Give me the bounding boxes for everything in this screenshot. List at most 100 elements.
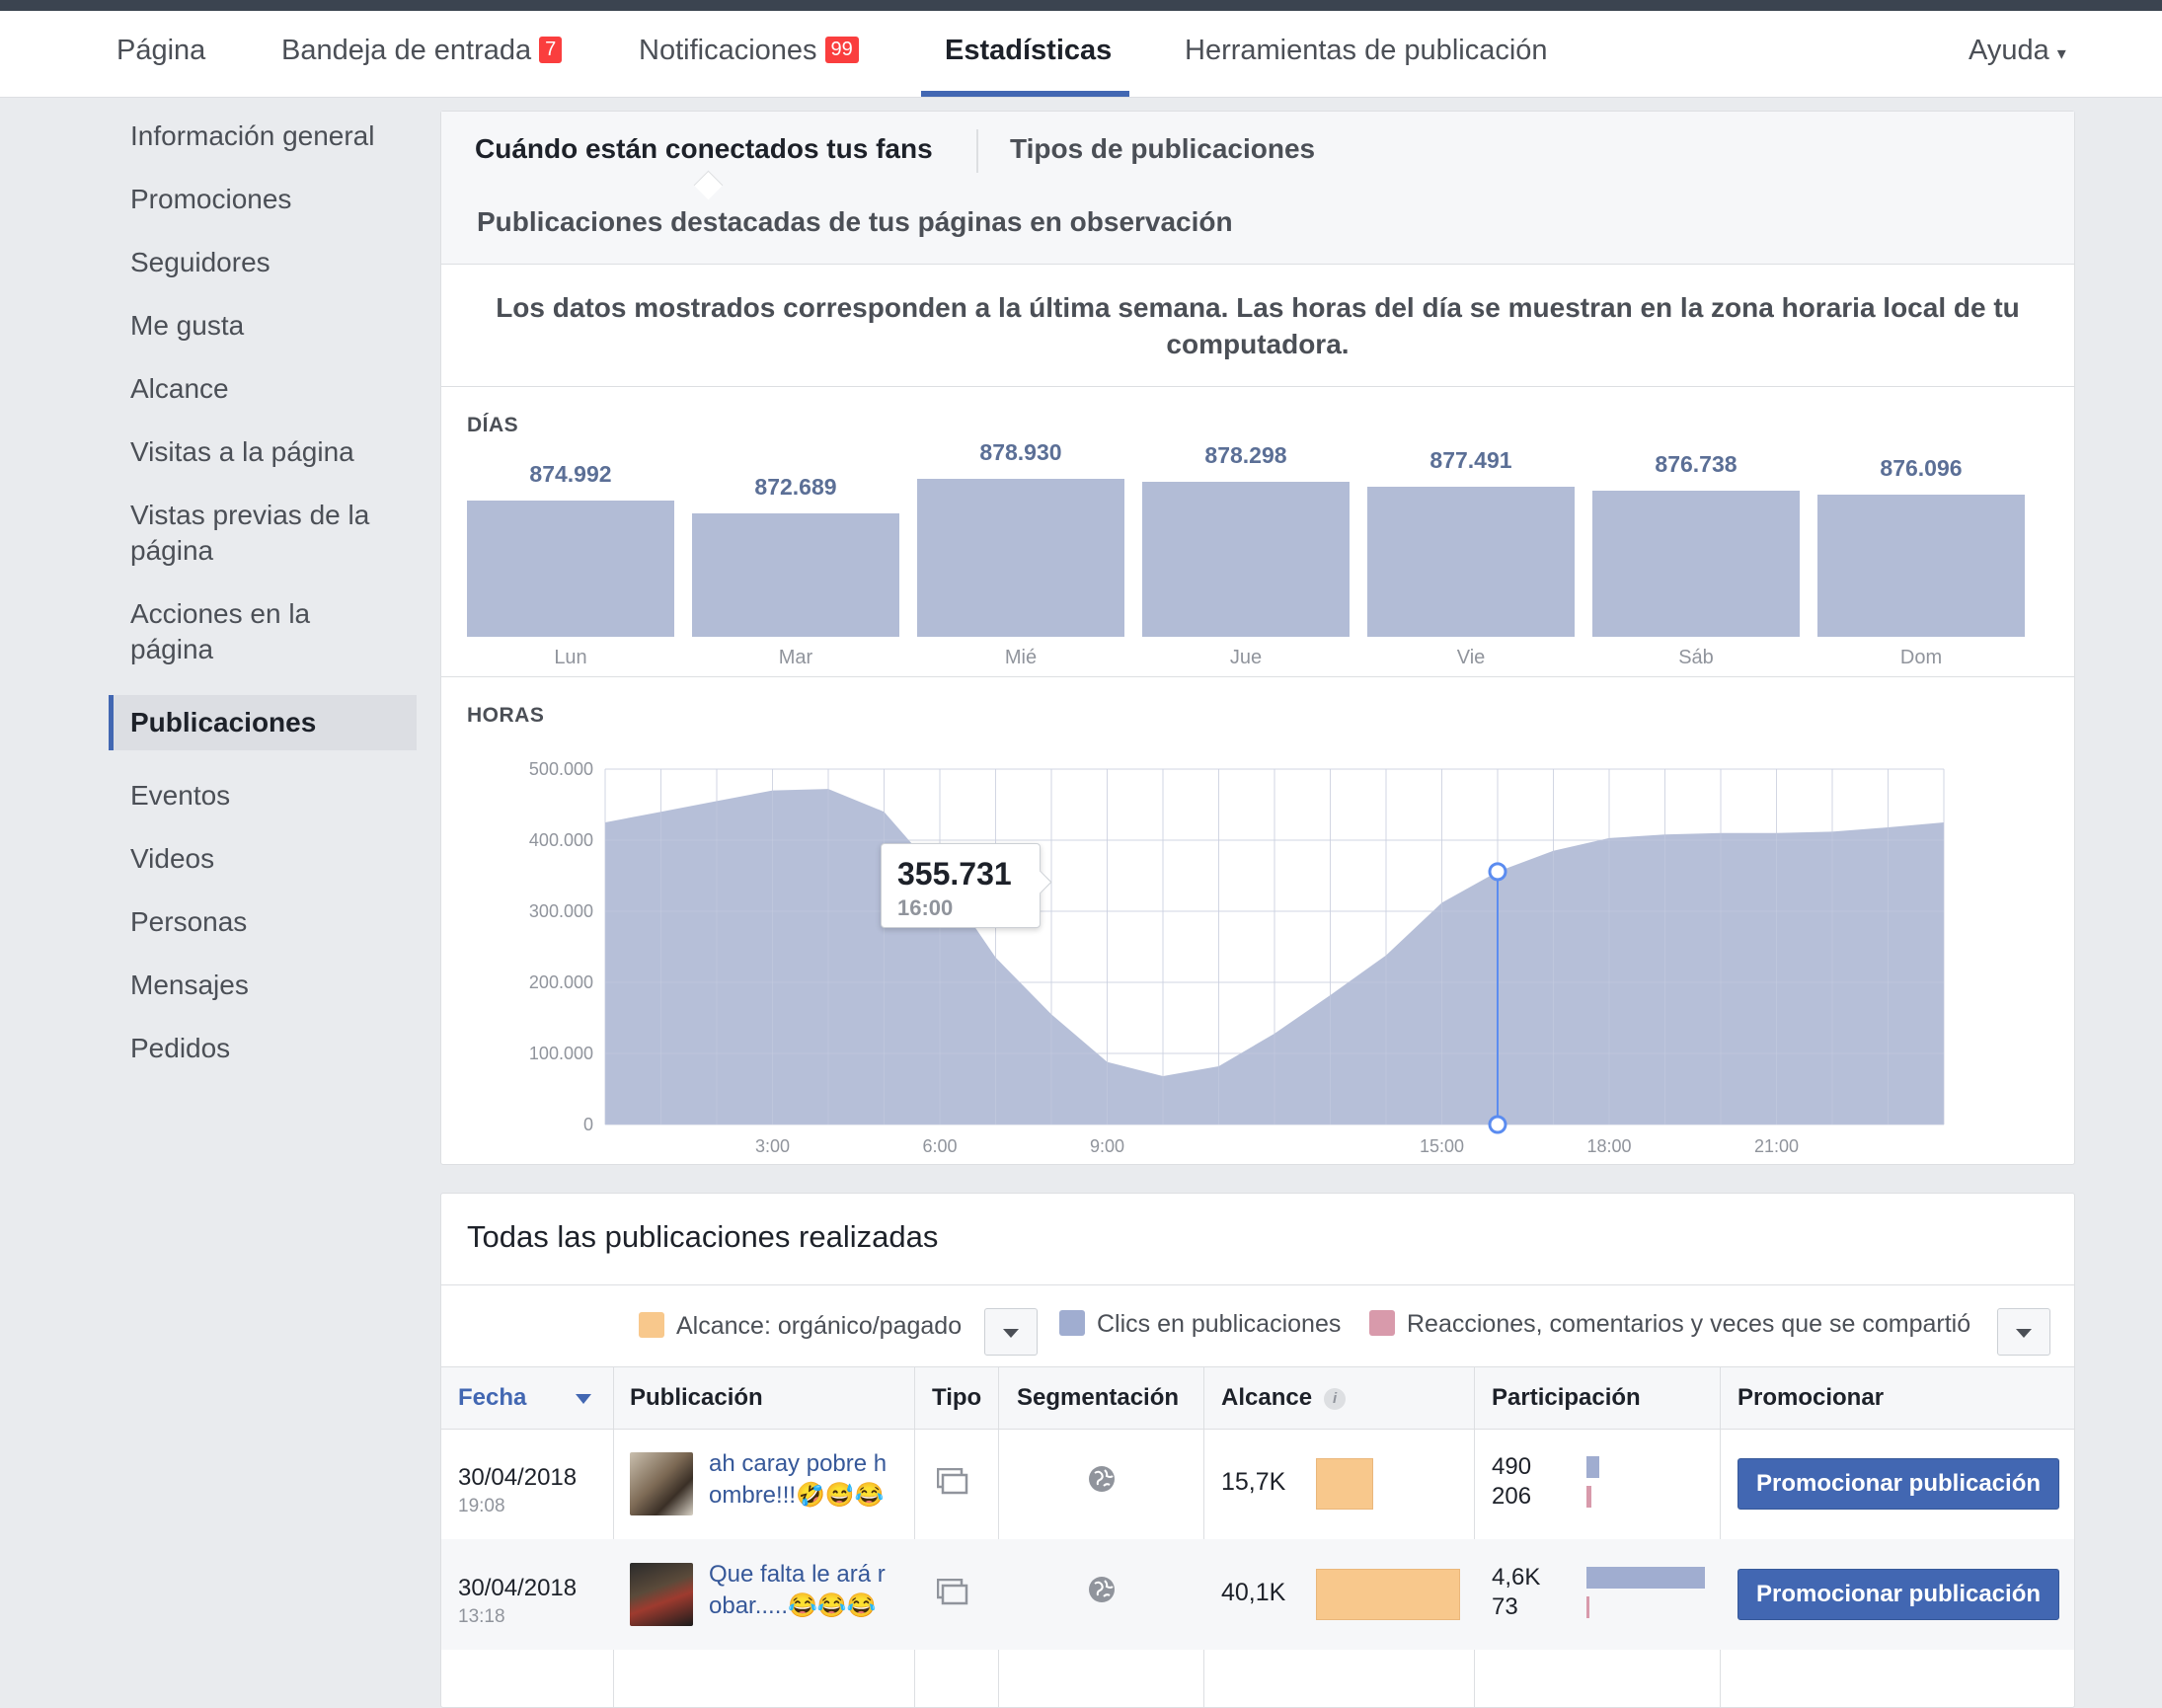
x-axis-tick-label: 15:00 <box>1420 1136 1464 1156</box>
y-axis-tick-label: 100.000 <box>529 1044 593 1063</box>
nav-ayuda[interactable]: Ayuda ▾ <box>1969 11 2066 97</box>
info-icon[interactable]: i <box>1324 1387 1347 1410</box>
browser-top-edge <box>0 0 2162 11</box>
clicks-bar <box>1586 1567 1705 1589</box>
reactions-bar <box>1586 1486 1592 1508</box>
sort-desc-icon <box>576 1393 592 1404</box>
y-axis-tick-label: 0 <box>583 1115 593 1134</box>
legend-clics-label: Clics en publicaciones <box>1097 1310 1342 1338</box>
y-axis-tick-label: 200.000 <box>529 972 593 992</box>
x-axis-tick-label: 9:00 <box>1090 1136 1124 1156</box>
notifications-count-badge: 99 <box>824 36 859 63</box>
y-axis-tick-label: 400.000 <box>529 830 593 850</box>
column-promocionar: Promocionar <box>1737 1384 1885 1411</box>
post-reach: 40,1K <box>1221 1579 1286 1606</box>
post-type-photo-icon <box>936 1467 968 1501</box>
all-posts-panel: Todas las publicaciones realizadas Alcan… <box>440 1193 2075 1708</box>
post-time: 19:08 <box>458 1496 505 1516</box>
column-segmentacion: Segmentación <box>1017 1384 1180 1411</box>
legend-swatch-alcance <box>639 1312 664 1339</box>
post-clicks: 4,6K <box>1492 1564 1541 1591</box>
post-thumbnail[interactable] <box>630 1563 693 1626</box>
legend-reacciones: Reacciones, comentarios y veces que se c… <box>1369 1310 1970 1339</box>
table-row: 30/04/2018 19:08 ah caray pobre h ombre!… <box>441 1429 2074 1539</box>
sidebar-item-promociones[interactable]: Promociones <box>109 182 417 217</box>
clicks-bar <box>1586 1456 1599 1478</box>
nav-herramientas-publicacion[interactable]: Herramientas de publicación <box>1185 11 1548 97</box>
y-axis-tick-label: 500.000 <box>529 759 593 779</box>
column-fecha-label: Fecha <box>458 1384 527 1411</box>
nav-ayuda-label: Ayuda <box>1969 35 2049 66</box>
posts-table-header: Fecha Publicación Tipo Segmentación Alca… <box>441 1366 2074 1430</box>
post-reactions: 206 <box>1492 1483 1532 1510</box>
nav-notificaciones[interactable]: Notificaciones 99 <box>639 11 859 97</box>
sidebar-item-personas[interactable]: Personas <box>109 904 417 940</box>
post-clicks: 490 <box>1492 1453 1532 1480</box>
legend-swatch-clics <box>1059 1310 1085 1337</box>
globe-icon <box>1087 1464 1117 1499</box>
caret-down-icon: ▾ <box>2056 43 2066 63</box>
post-thumbnail[interactable] <box>630 1452 693 1515</box>
inbox-count-badge: 7 <box>539 36 563 63</box>
post-text-link[interactable]: ah caray pobre h ombre!!!🤣😅😂 <box>709 1448 890 1512</box>
nav-active-indicator <box>921 91 1129 97</box>
sidebar-item-publicaciones[interactable]: Publicaciones <box>109 695 417 750</box>
x-axis-tick-label: 18:00 <box>1586 1136 1631 1156</box>
column-publicacion: Publicación <box>630 1384 763 1411</box>
engagement-metric-dropdown[interactable] <box>1997 1308 2050 1356</box>
nav-estadisticas[interactable]: Estadísticas <box>945 11 1112 97</box>
alcance-metric-dropdown[interactable] <box>984 1308 1038 1356</box>
x-axis-tick-label: 21:00 <box>1754 1136 1799 1156</box>
post-text-link[interactable]: Que falta le ará r obar.....😂😂😂 <box>709 1559 890 1622</box>
legend-alcance-label: Alcance: orgánico/pagado <box>676 1312 963 1340</box>
sidebar-item-vistas-previas[interactable]: Vistas previas de la página <box>109 498 417 569</box>
top-navigation: Página Bandeja de entrada 7 Notificacione… <box>0 11 2162 98</box>
sidebar-item-pedidos[interactable]: Pedidos <box>109 1031 417 1066</box>
divider <box>441 1284 2074 1285</box>
promote-post-button[interactable]: Promocionar publicación <box>1737 1458 2059 1510</box>
hover-baseline-marker <box>1488 1115 1507 1134</box>
sidebar-item-seguidores[interactable]: Seguidores <box>109 245 417 280</box>
nav-pagina-label: Página <box>116 35 206 66</box>
promote-post-button[interactable]: Promocionar publicación <box>1737 1569 2059 1620</box>
table-row: 30/04/2018 13:18 Que falta le ará r obar… <box>441 1539 2074 1650</box>
nav-herramientas-label: Herramientas de publicación <box>1185 35 1548 66</box>
x-axis-tick-label: 3:00 <box>755 1136 790 1156</box>
column-alcance: Alcance i <box>1221 1367 1347 1429</box>
reactions-bar <box>1586 1596 1589 1618</box>
column-tipo: Tipo <box>932 1384 982 1411</box>
post-reactions: 73 <box>1492 1593 1518 1620</box>
column-alcance-label: Alcance <box>1221 1384 1313 1411</box>
sidebar-item-me-gusta[interactable]: Me gusta <box>109 308 417 344</box>
sidebar-item-alcance[interactable]: Alcance <box>109 371 417 407</box>
legend-swatch-reacciones <box>1369 1310 1395 1337</box>
sidebar-item-visitas[interactable]: Visitas a la página <box>109 434 417 470</box>
hours-area-chart: 500.000 400.000 300.000 200.000 100.000 0 3:00… <box>529 759 1945 1156</box>
column-fecha[interactable]: Fecha <box>458 1367 592 1429</box>
post-date: 30/04/2018 <box>458 1464 578 1491</box>
globe-icon <box>1087 1575 1117 1609</box>
legend-clics: Clics en publicaciones <box>1059 1310 1341 1339</box>
nav-bandeja-label: Bandeja de entrada <box>281 35 532 66</box>
chevron-down-icon <box>2016 1329 2032 1338</box>
sidebar-item-informacion-general[interactable]: Información general <box>109 118 417 154</box>
post-date: 30/04/2018 <box>458 1575 578 1601</box>
column-participacion: Participación <box>1492 1384 1641 1411</box>
sidebar-item-acciones[interactable]: Acciones en la página <box>109 596 417 667</box>
chart-tooltip: 355.731 16:00 <box>881 843 1052 928</box>
hover-point-marker <box>1488 862 1507 882</box>
sidebar-item-eventos[interactable]: Eventos <box>109 778 417 814</box>
y-axis-tick-label: 300.000 <box>529 901 593 921</box>
sidebar-item-mensajes[interactable]: Mensajes <box>109 968 417 1003</box>
post-type-photo-icon <box>936 1578 968 1611</box>
post-time: 13:18 <box>458 1606 505 1627</box>
nav-bandeja-entrada[interactable]: Bandeja de entrada 7 <box>281 11 563 97</box>
tooltip-time: 16:00 <box>897 895 954 920</box>
insights-sidebar: Información general Promociones Seguidor… <box>109 118 417 1094</box>
nav-estadisticas-label: Estadísticas <box>945 35 1113 66</box>
when-fans-online-panel: Cuándo están conectados tus fans Tipos d… <box>440 111 2075 1165</box>
legend-reacciones-label: Reacciones, comentarios y veces que se c… <box>1407 1310 1971 1338</box>
sidebar-item-videos[interactable]: Videos <box>109 841 417 877</box>
legend-alcance: Alcance: orgánico/pagado <box>639 1312 962 1341</box>
nav-pagina[interactable]: Página <box>116 11 205 97</box>
